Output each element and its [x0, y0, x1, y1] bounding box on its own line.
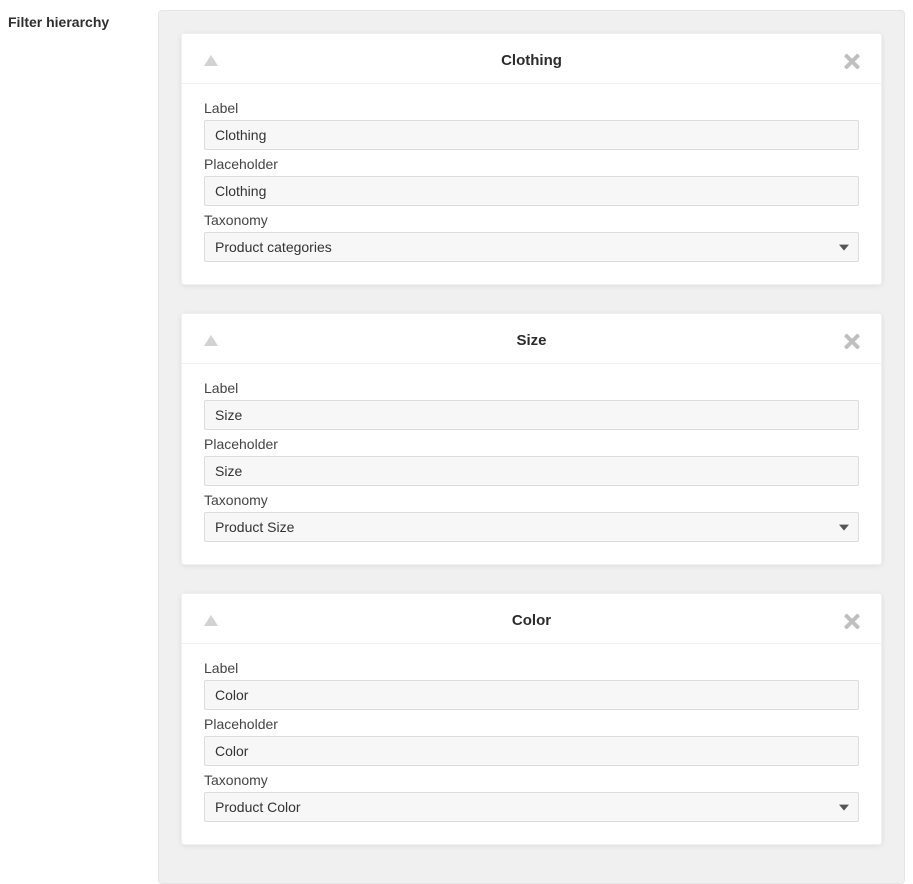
collapse-icon[interactable]: [204, 615, 218, 626]
collapse-icon[interactable]: [204, 55, 218, 66]
field-label-placeholder: Placeholder: [204, 716, 859, 732]
placeholder-input[interactable]: [204, 176, 859, 206]
section-label: Filter hierarchy: [8, 10, 158, 30]
field-label-taxonomy: Taxonomy: [204, 492, 859, 508]
filter-card: Clothing Label Placeholder Taxonomy Prod…: [181, 33, 882, 285]
filter-card-title: Color: [228, 612, 835, 629]
field-label-placeholder: Placeholder: [204, 436, 859, 452]
placeholder-input[interactable]: [204, 456, 859, 486]
filter-card-body: Label Placeholder Taxonomy Product Size: [182, 364, 881, 564]
filter-card: Color Label Placeholder Taxonomy Product…: [181, 593, 882, 845]
close-icon[interactable]: [843, 613, 859, 629]
filter-card-title: Size: [228, 332, 835, 349]
close-icon[interactable]: [843, 333, 859, 349]
field-label-label: Label: [204, 100, 859, 116]
filter-card-body: Label Placeholder Taxonomy Product categ…: [182, 84, 881, 284]
taxonomy-select[interactable]: Product Color: [204, 792, 859, 822]
field-label-taxonomy: Taxonomy: [204, 212, 859, 228]
filter-hierarchy-panel: Clothing Label Placeholder Taxonomy Prod…: [158, 10, 905, 884]
label-input[interactable]: [204, 400, 859, 430]
field-label-placeholder: Placeholder: [204, 156, 859, 172]
field-label-label: Label: [204, 660, 859, 676]
label-input[interactable]: [204, 680, 859, 710]
close-icon[interactable]: [843, 53, 859, 69]
label-input[interactable]: [204, 120, 859, 150]
field-label-label: Label: [204, 380, 859, 396]
filter-card-title: Clothing: [228, 52, 835, 69]
filter-card: Size Label Placeholder Taxonomy Product …: [181, 313, 882, 565]
taxonomy-select[interactable]: Product Size: [204, 512, 859, 542]
collapse-icon[interactable]: [204, 335, 218, 346]
field-label-taxonomy: Taxonomy: [204, 772, 859, 788]
filter-card-header: Size: [182, 314, 881, 364]
filter-card-header: Color: [182, 594, 881, 644]
filter-card-header: Clothing: [182, 34, 881, 84]
placeholder-input[interactable]: [204, 736, 859, 766]
taxonomy-select[interactable]: Product categories: [204, 232, 859, 262]
filter-card-body: Label Placeholder Taxonomy Product Color: [182, 644, 881, 844]
